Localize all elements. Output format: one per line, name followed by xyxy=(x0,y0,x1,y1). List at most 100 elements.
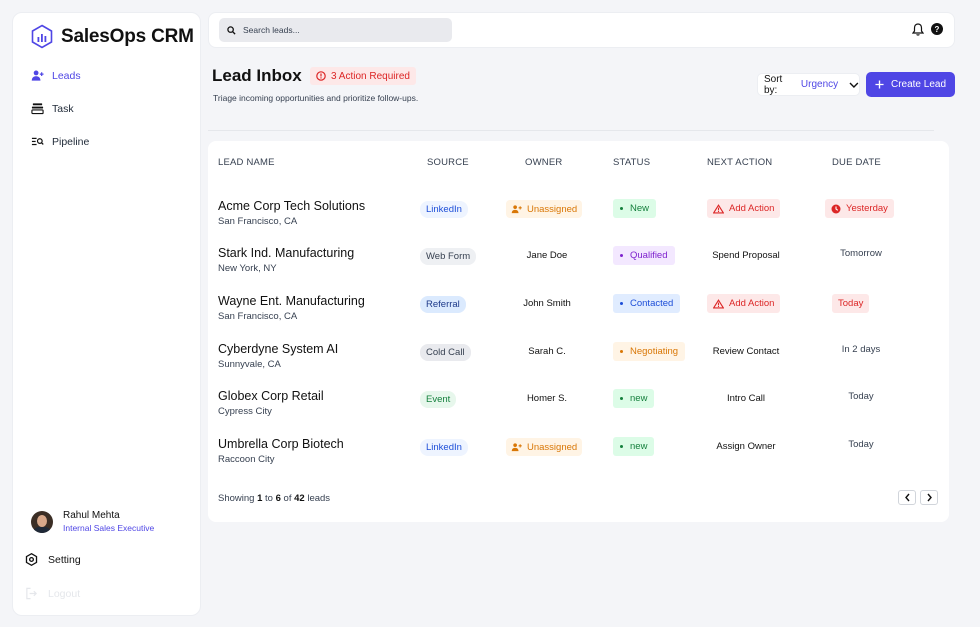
lead-name[interactable]: Globex Corp Retail xyxy=(218,389,324,403)
action-label: Add Action xyxy=(729,203,775,214)
table-row[interactable]: Acme Corp Tech Solutions San Francisco, … xyxy=(208,199,949,247)
status-badge: New xyxy=(613,199,657,218)
chevron-left-icon xyxy=(904,493,910,502)
next-action[interactable]: Spend Proposal xyxy=(701,250,791,261)
status-badge: Negotiating xyxy=(613,342,686,361)
alert-circle-icon xyxy=(316,71,326,81)
table-row[interactable]: Stark Ind. Manufacturing New York, NY We… xyxy=(208,246,949,294)
sort-dropdown[interactable]: Sort by: Urgency xyxy=(757,73,860,96)
status-label: Qualified xyxy=(630,250,668,261)
owner-label: Unassigned xyxy=(527,203,578,215)
owner-label: Unassigned xyxy=(527,441,578,453)
profile-name: Rahul Mehta xyxy=(63,510,120,521)
owner-unassigned-badge[interactable]: Unassigned xyxy=(506,438,583,456)
table-row[interactable]: Globex Corp Retail Cypress City Event Ho… xyxy=(208,389,949,437)
sidebar-item-leads[interactable]: Leads xyxy=(31,69,81,82)
brand[interactable]: SalesOps CRM xyxy=(31,24,194,49)
lead-city: Cypress City xyxy=(218,406,272,417)
sidebar-item-logout[interactable]: Logout xyxy=(25,587,80,600)
status-label: New xyxy=(630,203,650,214)
lead-name[interactable]: Stark Ind. Manufacturing xyxy=(218,246,354,260)
table-row[interactable]: Umbrella Corp Biotech Raccoon City Linke… xyxy=(208,437,949,485)
source-badge: Web Form xyxy=(420,248,477,265)
sidebar-item-label: Task xyxy=(52,102,74,115)
list-search-icon xyxy=(31,137,44,146)
plus-icon xyxy=(875,80,884,89)
column-header[interactable]: STATUS xyxy=(613,157,650,168)
pagination-summary: Showing 1 to 6 of 42 leads xyxy=(218,493,330,504)
summary-from: 1 xyxy=(257,493,263,504)
source-badge: LinkedIn xyxy=(420,439,468,456)
create-lead-button[interactable]: Create Lead xyxy=(866,72,955,97)
gear-icon xyxy=(25,553,38,566)
warning-icon xyxy=(713,298,724,308)
sidebar-item-label: Setting xyxy=(48,553,81,566)
due-date: In 2 days xyxy=(841,344,881,355)
logo-icon xyxy=(31,24,53,49)
page-subtitle: Triage incoming opportunities and priori… xyxy=(213,93,419,103)
source-badge: Cold Call xyxy=(420,344,471,361)
logout-icon xyxy=(26,587,37,600)
lead-city: San Francisco, CA xyxy=(218,311,298,322)
summary-to: 6 xyxy=(275,493,281,504)
page-title: Lead Inbox xyxy=(212,66,302,85)
due-date: Today xyxy=(848,439,874,450)
column-header[interactable]: SOURCE xyxy=(427,157,469,168)
user-plus-icon xyxy=(511,443,522,452)
due-label: Yesterday xyxy=(846,203,888,214)
sidebar-item-setting[interactable]: Setting xyxy=(25,553,81,566)
lead-name[interactable]: Cyberdyne System AI xyxy=(218,342,338,356)
sidebar-item-label: Logout xyxy=(48,587,81,600)
sidebar-item-task[interactable]: Task xyxy=(31,102,74,115)
sort-value: Urgency xyxy=(800,79,839,90)
due-label: Today xyxy=(838,298,864,309)
bell-icon[interactable] xyxy=(912,23,924,36)
status-label: Contacted xyxy=(630,298,674,309)
warning-icon xyxy=(713,203,724,213)
lead-name[interactable]: Umbrella Corp Biotech xyxy=(218,437,344,451)
user-profile[interactable]: Rahul Mehta Internal Sales Executive xyxy=(31,510,154,533)
source-badge: Event xyxy=(420,391,457,408)
lead-name[interactable]: Acme Corp Tech Solutions xyxy=(218,199,365,213)
alert-badge-label: 3 Action Required xyxy=(331,70,410,82)
app-name: SalesOps CRM xyxy=(61,25,194,47)
divider xyxy=(208,130,934,131)
due-date: Tomorrow xyxy=(840,248,882,259)
add-action-button[interactable]: Add Action xyxy=(707,294,781,313)
status-label: new xyxy=(630,441,648,452)
chevron-right-icon xyxy=(926,493,932,502)
sidebar-item-pipeline[interactable]: Pipeline xyxy=(31,135,89,148)
summary-to-word: to xyxy=(265,493,273,504)
due-date-badge: Today xyxy=(832,294,870,313)
owner-unassigned-badge[interactable]: Unassigned xyxy=(506,200,583,218)
next-action[interactable]: Review Contact xyxy=(701,346,791,357)
status-badge: new xyxy=(613,437,655,456)
next-page-button[interactable] xyxy=(920,490,938,505)
sidebar-item-label: Pipeline xyxy=(52,135,90,148)
add-action-button[interactable]: Add Action xyxy=(707,199,781,218)
table-row[interactable]: Wayne Ent. Manufacturing San Francisco, … xyxy=(208,294,949,342)
top-bar: ? xyxy=(208,12,955,48)
owner-name: John Smith xyxy=(523,298,571,309)
table-row[interactable]: Cyberdyne System AI Sunnyvale, CA Cold C… xyxy=(208,342,949,390)
search-box[interactable] xyxy=(219,18,452,42)
status-badge: new xyxy=(613,389,655,408)
search-icon xyxy=(227,25,236,35)
chevron-down-icon xyxy=(849,82,859,88)
search-input[interactable] xyxy=(243,25,433,35)
next-action[interactable]: Assign Owner xyxy=(701,441,791,452)
avatar xyxy=(31,510,53,533)
column-header[interactable]: LEAD NAME xyxy=(218,157,275,168)
status-badge: Qualified xyxy=(613,246,675,265)
stack-icon xyxy=(31,103,44,115)
lead-name[interactable]: Wayne Ent. Manufacturing xyxy=(218,294,365,308)
help-icon[interactable]: ? xyxy=(931,23,943,35)
column-header[interactable]: NEXT ACTION xyxy=(707,157,772,168)
prev-page-button[interactable] xyxy=(898,490,916,505)
column-header[interactable]: DUE DATE xyxy=(832,157,881,168)
next-action[interactable]: Intro Call xyxy=(701,393,791,404)
due-date: Today xyxy=(848,391,874,402)
status-label: new xyxy=(630,393,648,404)
action-required-badge[interactable]: 3 Action Required xyxy=(310,67,416,85)
column-header[interactable]: OWNER xyxy=(525,157,562,168)
